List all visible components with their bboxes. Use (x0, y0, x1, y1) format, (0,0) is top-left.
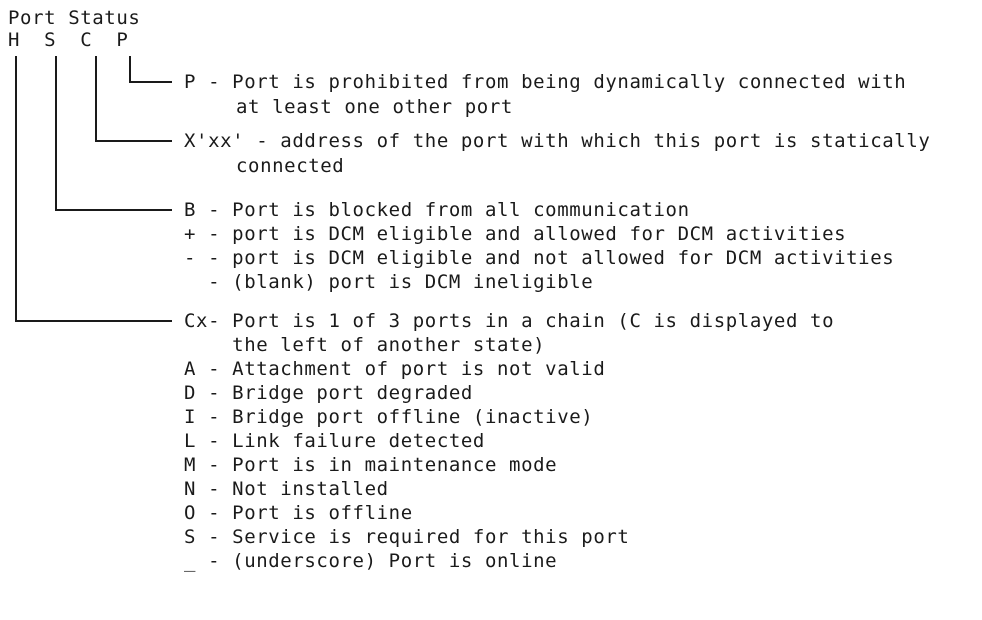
h-status-item: L - Link failure detected (184, 430, 485, 452)
s-status-item: B - Port is blocked from all communicati… (184, 199, 690, 221)
h-status-item: A - Attachment of port is not valid (184, 358, 606, 380)
c-status-description-cont: connected (236, 155, 345, 177)
s-status-item: + - port is DCM eligible and allowed for… (184, 223, 847, 245)
connector-p (129, 56, 172, 83)
s-status-item: - - port is DCM eligible and not allowed… (184, 247, 895, 269)
h-status-item: D - Bridge port degraded (184, 382, 473, 404)
h-status-item: O - Port is offline (184, 502, 413, 524)
p-status-description-cont: at least one other port (236, 96, 513, 118)
p-status-description: P - Port is prohibited from being dynami… (184, 71, 907, 93)
h-status-item: M - Port is in maintenance mode (184, 454, 558, 476)
connector-s (55, 56, 172, 211)
h-status-item: _ - (underscore) Port is online (184, 550, 558, 572)
h-status-item: I - Bridge port offline (inactive) (184, 406, 594, 428)
connector-h (15, 56, 172, 322)
h-status-item: S - Service is required for this port (184, 526, 630, 548)
h-status-item: Cx- Port is 1 of 3 ports in a chain (C i… (184, 310, 835, 332)
h-status-item: N - Not installed (184, 478, 389, 500)
s-status-item: - (blank) port is DCM ineligible (184, 271, 594, 293)
h-status-item: the left of another state) (184, 334, 546, 356)
connector-c (95, 56, 172, 142)
c-status-description: X'xx' - address of the port with which t… (184, 130, 931, 152)
